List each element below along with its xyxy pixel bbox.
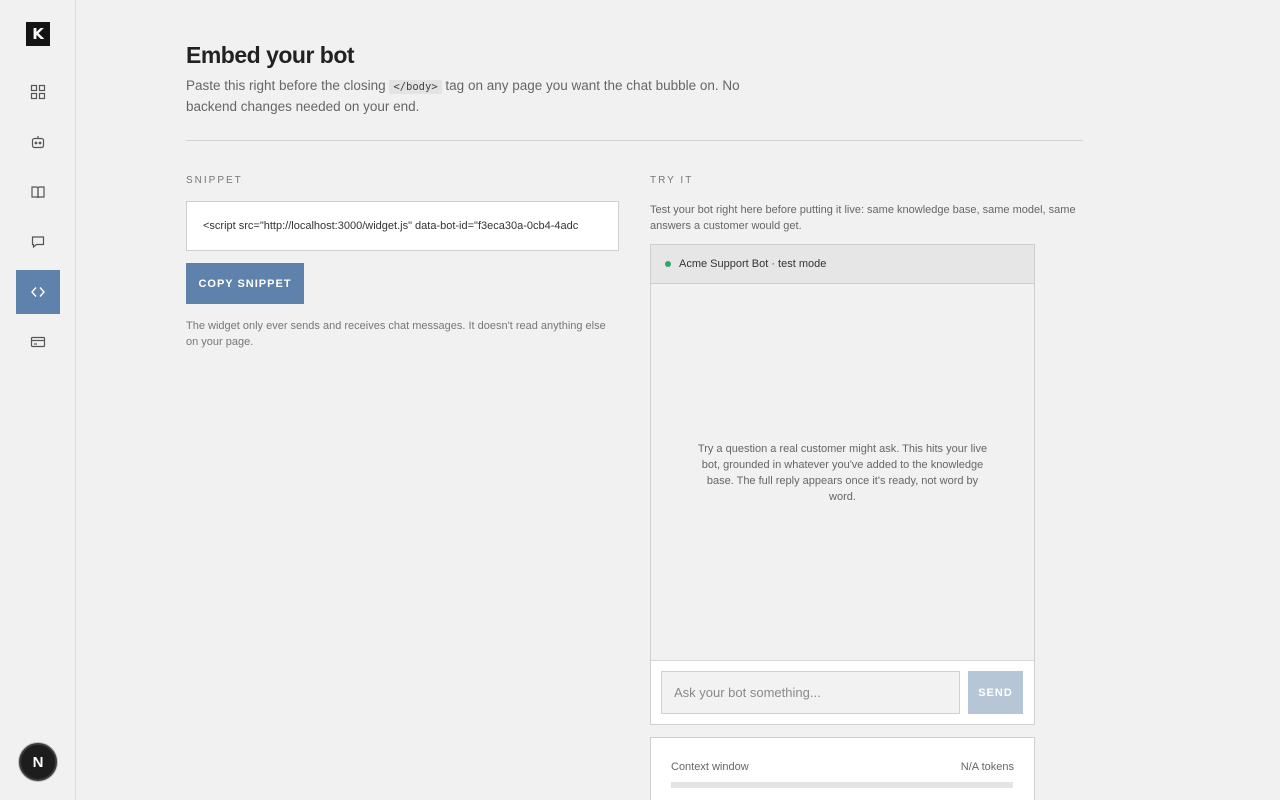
chat-empty-state: Try a question a real customer might ask… <box>697 442 988 503</box>
context-window-value: N/A tokens <box>960 761 1014 773</box>
description-text-start: Paste this right before the closing <box>186 78 386 93</box>
context-window-label: Context window <box>671 761 749 773</box>
book-icon <box>31 186 45 199</box>
try-it-description: Test your bot right here before putting … <box>650 204 1076 232</box>
nav-knowledge[interactable] <box>16 170 60 214</box>
snippet-code: <script src="http://localhost:3000/widge… <box>203 220 579 232</box>
send-button[interactable]: SEND <box>968 671 1023 714</box>
test-chat-panel: Acme Support Bot · test mode Try a quest… <box>650 244 1035 725</box>
sidebar: K N <box>0 0 76 800</box>
page-description: Paste this right before the closing </bo… <box>186 76 756 117</box>
grid-icon <box>30 84 46 100</box>
nav-embed[interactable] <box>16 270 60 314</box>
code-icon <box>31 287 45 297</box>
chat-message-input[interactable] <box>661 671 960 714</box>
copy-snippet-button[interactable]: COPY SNIPPET <box>186 263 304 304</box>
header-divider <box>186 140 1083 141</box>
nav-dashboard[interactable] <box>16 70 60 114</box>
page-title: Embed your bot <box>186 42 355 68</box>
bot-icon <box>31 136 45 149</box>
logo[interactable]: K <box>26 22 50 46</box>
snippet-label: SNIPPET <box>186 175 243 186</box>
user-avatar[interactable]: N <box>19 743 57 781</box>
chat-title: Acme Support Bot · test mode <box>679 258 827 270</box>
snippet-code-box[interactable]: <script src="http://localhost:3000/widge… <box>186 201 619 251</box>
chat-icon <box>31 236 45 249</box>
card-icon <box>30 336 46 348</box>
nav-bots[interactable] <box>16 120 60 164</box>
context-window-bar <box>671 782 1013 788</box>
try-it-label: TRY IT <box>650 175 694 186</box>
status-dot-icon <box>665 261 671 267</box>
nav-conversations[interactable] <box>16 220 60 264</box>
chat-composer: SEND <box>651 660 1034 724</box>
context-window-panel: Context window N/A tokens <box>650 737 1035 800</box>
body-tag-chip: </body> <box>389 80 442 94</box>
chat-messages: Try a question a real customer might ask… <box>651 284 1034 661</box>
snippet-note: The widget only ever sends and receives … <box>186 320 606 348</box>
chat-header: Acme Support Bot · test mode <box>651 245 1034 284</box>
nav-billing[interactable] <box>16 320 60 364</box>
